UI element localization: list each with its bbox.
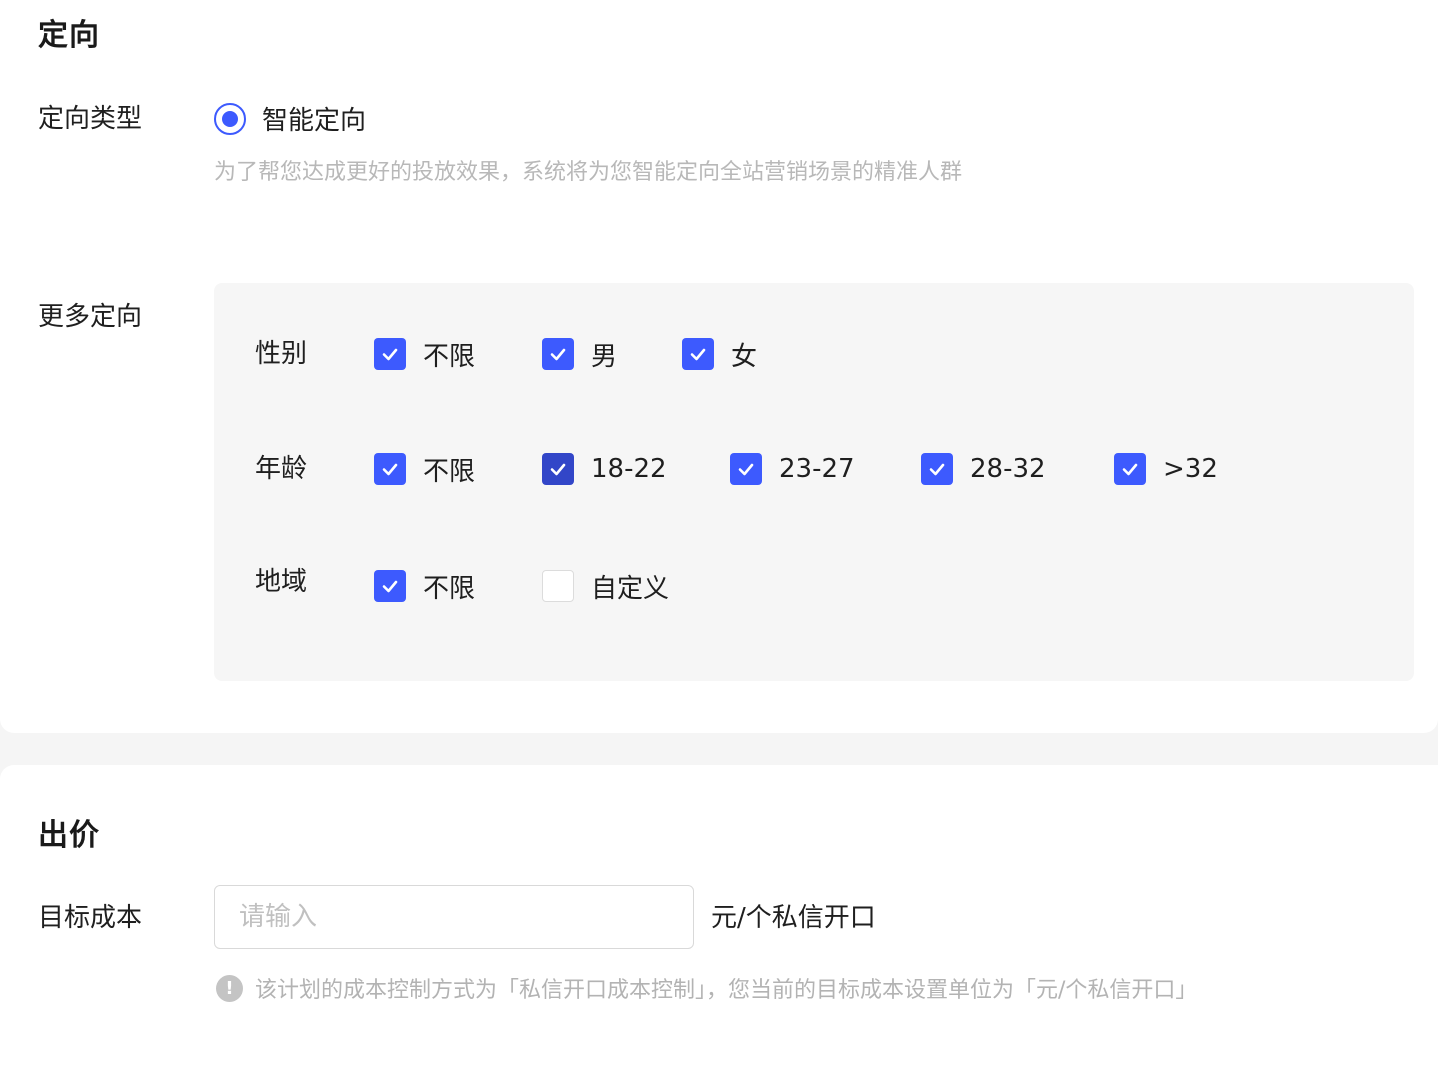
cost-info-notice: ! 该计划的成本控制方式为「私信开口成本控制」，您当前的目标成本设置单位为「元/… xyxy=(216,972,1197,1004)
more-targeting-label: 更多定向 xyxy=(38,302,143,332)
smart-targeting-radio-option[interactable]: 智能定向 xyxy=(214,100,366,137)
checkbox-label[interactable]: 不限 xyxy=(423,451,475,488)
targeting-type-label: 定向类型 xyxy=(38,104,143,134)
targeting-section-title: 定向 xyxy=(38,18,100,53)
checkbox-checked-icon[interactable] xyxy=(682,338,714,370)
checkbox-unchecked-icon[interactable] xyxy=(542,570,574,602)
checkbox-checked-icon[interactable] xyxy=(921,453,953,485)
gender-option-male[interactable]: 男 xyxy=(542,334,617,374)
target-cost-unit: 元/个私信开口 xyxy=(711,903,876,933)
target-cost-label: 目标成本 xyxy=(38,903,143,933)
age-label: 年龄 xyxy=(255,454,308,484)
targeting-card: 定向 定向类型 智能定向 为了帮您达成更好的投放效果，系统将为您智能定向全站营销… xyxy=(0,0,1438,733)
checkbox-checked-icon[interactable] xyxy=(374,570,406,602)
checkbox-checked-icon[interactable] xyxy=(374,453,406,485)
age-option-23-27[interactable]: 23-27 xyxy=(730,449,855,489)
checkbox-label[interactable]: 不限 xyxy=(423,336,475,373)
gender-row: 性别 不限 男 女 xyxy=(214,334,1414,374)
checkbox-label[interactable]: 18-22 xyxy=(591,454,667,484)
checkbox-checked-icon[interactable] xyxy=(1114,453,1146,485)
region-label: 地域 xyxy=(255,567,308,597)
more-targeting-panel: 性别 不限 男 女 年龄 不限 18-22 23-27 28-32 >32 地域… xyxy=(214,283,1414,681)
checkbox-label[interactable]: 自定义 xyxy=(591,568,669,605)
gender-option-unlimited[interactable]: 不限 xyxy=(374,334,475,374)
gender-option-female[interactable]: 女 xyxy=(682,334,757,374)
checkbox-label[interactable]: 男 xyxy=(591,336,617,373)
region-option-unlimited[interactable]: 不限 xyxy=(374,566,475,606)
age-option-over-32[interactable]: >32 xyxy=(1114,449,1218,489)
smart-targeting-radio-label[interactable]: 智能定向 xyxy=(262,100,366,137)
bid-section-title: 出价 xyxy=(38,818,100,853)
checkbox-checked-icon[interactable] xyxy=(374,338,406,370)
checkbox-checked-icon[interactable] xyxy=(730,453,762,485)
checkbox-checked-icon[interactable] xyxy=(542,453,574,485)
target-cost-input[interactable] xyxy=(214,885,694,949)
checkbox-label[interactable]: 女 xyxy=(731,336,757,373)
age-row: 年龄 不限 18-22 23-27 28-32 >32 xyxy=(214,449,1414,489)
region-row: 地域 不限 自定义 xyxy=(214,566,1414,606)
targeting-type-hint: 为了帮您达成更好的投放效果，系统将为您智能定向全站营销场景的精准人群 xyxy=(214,160,963,185)
cost-info-text: 该计划的成本控制方式为「私信开口成本控制」，您当前的目标成本设置单位为「元/个私… xyxy=(255,978,1198,1003)
age-option-28-32[interactable]: 28-32 xyxy=(921,449,1046,489)
checkbox-label[interactable]: 23-27 xyxy=(779,454,855,484)
checkbox-label[interactable]: 28-32 xyxy=(970,454,1046,484)
region-option-custom[interactable]: 自定义 xyxy=(542,566,669,606)
checkbox-label[interactable]: >32 xyxy=(1163,454,1218,484)
age-option-18-22[interactable]: 18-22 xyxy=(542,449,667,489)
gender-label: 性别 xyxy=(255,339,308,369)
radio-selected-icon[interactable] xyxy=(214,102,246,135)
checkbox-label[interactable]: 不限 xyxy=(423,568,475,605)
info-exclamation-icon: ! xyxy=(216,974,243,1002)
age-option-unlimited[interactable]: 不限 xyxy=(374,449,475,489)
checkbox-checked-icon[interactable] xyxy=(542,338,574,370)
